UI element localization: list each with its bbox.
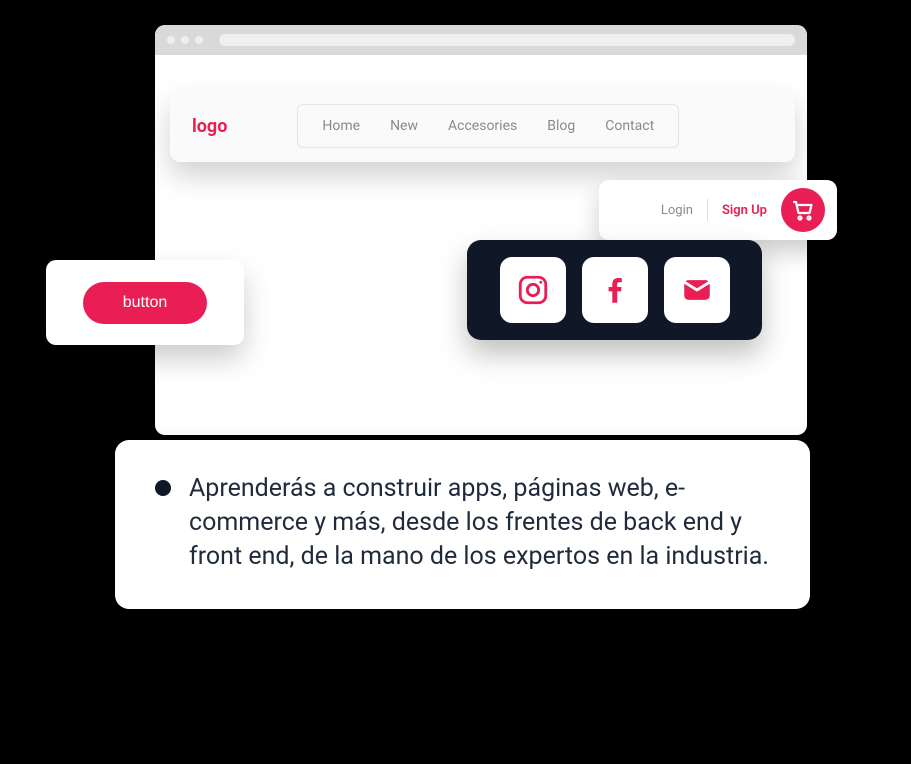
primary-button[interactable]: button (83, 282, 207, 324)
info-text: Aprenderás a construir apps, páginas web… (189, 472, 770, 573)
social-instagram-button[interactable] (500, 257, 566, 323)
social-facebook-button[interactable] (582, 257, 648, 323)
browser-url-bar (219, 34, 795, 46)
auth-card: Login Sign Up (599, 180, 837, 240)
bullet-icon (155, 480, 171, 496)
nav-item-accesories[interactable]: Accesories (448, 118, 517, 134)
window-control-dot (195, 36, 203, 44)
nav-item-new[interactable]: New (390, 118, 418, 134)
header-card: logo Home New Accesories Blog Contact (170, 90, 795, 162)
browser-top-bar (155, 25, 807, 55)
instagram-icon (516, 273, 550, 307)
window-control-dot (181, 36, 189, 44)
nav-item-blog[interactable]: Blog (547, 118, 575, 134)
signup-link[interactable]: Sign Up (722, 203, 767, 218)
divider (707, 199, 708, 221)
button-card: button (46, 260, 244, 345)
logo[interactable]: logo (192, 116, 227, 137)
window-control-dot (167, 36, 175, 44)
login-link[interactable]: Login (661, 203, 693, 218)
nav-item-home[interactable]: Home (322, 118, 360, 134)
social-mail-button[interactable] (664, 257, 730, 323)
facebook-icon (598, 273, 632, 307)
cart-button[interactable] (781, 188, 825, 232)
nav-bar: Home New Accesories Blog Contact (297, 104, 679, 148)
mail-icon (680, 273, 714, 307)
info-card: Aprenderás a construir apps, páginas web… (115, 440, 810, 609)
cart-icon (791, 198, 815, 222)
social-card (467, 240, 762, 340)
nav-item-contact[interactable]: Contact (605, 118, 654, 134)
